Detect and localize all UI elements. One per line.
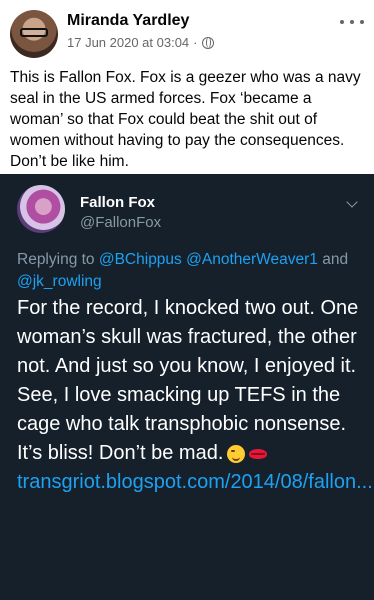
tweet-screenshot: Fallon Fox @FallonFox Replying to @BChip…: [0, 174, 374, 600]
tweet-link: transgriot.blogspot.com/2014/08/fallon..…: [17, 471, 373, 493]
replying-to: Replying to @BChippus @AnotherWeaver1 an…: [17, 249, 357, 293]
mention-link: @BChippus: [98, 251, 182, 268]
kiss-mark-icon: [249, 447, 268, 461]
tweet-body: For the record, I knocked two out. One w…: [17, 294, 373, 497]
post-meta: 17 Jun 2020 at 03:04 ·: [67, 35, 214, 50]
author-name[interactable]: Miranda Yardley: [67, 12, 189, 30]
author-avatar[interactable]: [10, 10, 58, 58]
globe-icon: [201, 36, 214, 49]
post-timestamp[interactable]: 17 Jun 2020 at 03:04: [67, 35, 189, 50]
replying-and: and: [322, 251, 349, 268]
glasses-shape: [20, 28, 48, 37]
tweet-avatar: [17, 185, 65, 233]
mention-link: @jk_rowling: [17, 273, 102, 290]
mention-link: @AnotherWeaver1: [186, 251, 318, 268]
more-options-icon[interactable]: [340, 16, 364, 28]
post-text: This is Fallon Fox. Fox is a geezer who …: [10, 69, 361, 170]
tweet-text: For the record, I knocked two out. One w…: [17, 297, 359, 464]
replying-prefix: Replying to: [17, 251, 95, 268]
meta-separator: ·: [193, 35, 198, 50]
facebook-post: Miranda Yardley 17 Jun 2020 at 03:04 · T…: [0, 0, 374, 174]
chevron-down-icon: [346, 196, 358, 208]
tweet-author-name: Fallon Fox: [80, 194, 155, 211]
winking-face-icon: [227, 444, 246, 463]
tweet-author-handle: @FallonFox: [80, 214, 162, 231]
